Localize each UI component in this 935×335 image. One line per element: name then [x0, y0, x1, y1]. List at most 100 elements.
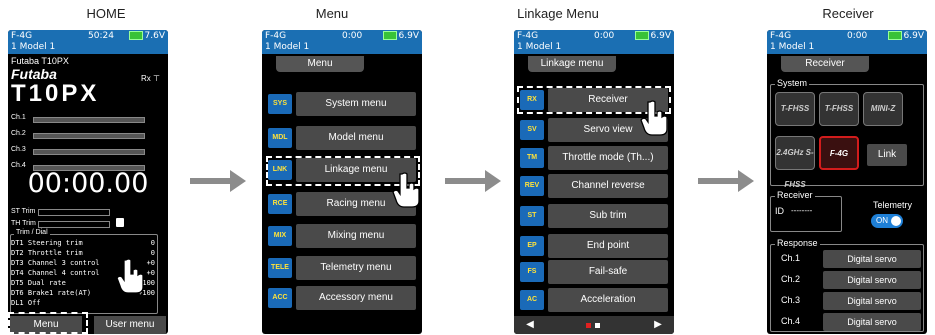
caption-receiver: Receiver: [822, 6, 874, 21]
battery-voltage: 6.9V: [903, 31, 924, 41]
menu-button[interactable]: Menu: [10, 316, 82, 334]
racing-flag-icon: RCE: [268, 194, 292, 214]
radio-model-line: Futaba T10PX: [11, 56, 69, 66]
end-point-icon: EP: [520, 236, 544, 256]
response-row: Ch.4 Digital servo: [767, 313, 927, 331]
telemetry-toggle[interactable]: ON: [871, 214, 903, 228]
model-label: 1 Model 1: [265, 42, 310, 52]
next-page-button[interactable]: ▶: [646, 316, 670, 334]
linkage-icon: LNK: [268, 160, 292, 180]
dial-row: DL1 Off: [11, 299, 41, 307]
response-row: Ch.2 Digital servo: [767, 271, 927, 289]
caption-home: HOME: [86, 6, 126, 21]
response-ch4-select[interactable]: Digital servo: [823, 313, 921, 331]
mixing-icon: MIX: [268, 226, 292, 246]
pointing-hand-icon: [640, 100, 668, 136]
model-icon: MDL: [268, 128, 292, 148]
system-f4g-selected[interactable]: F-4G: [819, 136, 859, 170]
arrow-right-icon: [698, 170, 754, 192]
receiver-id-value: --------: [791, 206, 813, 215]
menu-item-system[interactable]: SYS System menu: [268, 92, 416, 116]
channel-row: Ch.1: [11, 114, 161, 130]
dial-row: DT1 Steering trim 0: [11, 239, 155, 247]
arrow-right-icon: [190, 170, 246, 192]
linkage-item-throttle-mode[interactable]: TM Throttle mode (Th...): [520, 146, 668, 170]
user-menu-button[interactable]: User menu: [94, 316, 166, 334]
clock: 0:00: [594, 31, 615, 41]
mode-label: F-4G: [11, 31, 33, 41]
model-label: 1 Model 1: [11, 42, 56, 52]
menu-item-telemetry[interactable]: TELE Telemetry menu: [268, 256, 416, 280]
throttle-mode-icon: TM: [520, 148, 544, 168]
receiver-label: Receiver: [775, 190, 815, 200]
antenna-icon: ⊤: [153, 74, 160, 83]
system-tfhss-sr[interactable]: T-FHSS SR: [775, 92, 815, 145]
screen-title: Menu: [276, 56, 364, 72]
pointing-hand-icon: [392, 172, 420, 208]
th-trim-bar: [38, 221, 110, 228]
caption-menu: Menu: [315, 6, 349, 21]
response-row: Ch.1 Digital servo: [767, 250, 927, 268]
telemetry-state: ON: [876, 216, 888, 225]
status-bar: F-4G 0:00 6.9V 1 Model 1: [767, 30, 927, 54]
trim-dial-title: Trim / Dial: [14, 229, 50, 236]
lock-icon[interactable]: [116, 218, 124, 227]
response-ch3-select[interactable]: Digital servo: [823, 292, 921, 310]
status-bar: F-4G 0:00 6.9V 1 Model 1: [262, 30, 422, 54]
accessory-icon: ACC: [268, 288, 292, 308]
clock: 0:00: [847, 31, 868, 41]
linkage-item-channel-reverse[interactable]: REV Channel reverse: [520, 174, 668, 198]
response-ch1-select[interactable]: Digital servo: [823, 250, 921, 268]
fail-safe-icon: FS: [520, 262, 544, 282]
screen-title: Receiver: [781, 56, 869, 72]
linkage-item-end-point[interactable]: EP End point: [520, 234, 668, 258]
pointing-hand-icon: [116, 258, 144, 294]
battery-icon: [887, 31, 902, 40]
model-label: 1 Model 1: [770, 42, 815, 52]
linkage-item-sub-trim[interactable]: ST Sub trim: [520, 204, 668, 228]
mode-label: F-4G: [265, 31, 287, 41]
caption-linkage-menu: Linkage Menu: [517, 6, 599, 21]
menu-item-mixing[interactable]: MIX Mixing menu: [268, 224, 416, 248]
home-clock: 50:24: [88, 31, 114, 41]
battery-voltage: 7.6V: [144, 31, 165, 41]
st-trim-bar: [38, 209, 110, 216]
battery-icon: [128, 31, 143, 40]
response-row: Ch.3 Digital servo: [767, 292, 927, 310]
prev-page-button[interactable]: ◀: [518, 316, 542, 334]
response-label: Response: [775, 238, 820, 248]
mode-label: F-4G: [770, 31, 792, 41]
sub-trim-icon: ST: [520, 206, 544, 226]
receiver-icon: RX: [520, 90, 544, 110]
system-sfhss[interactable]: 2.4GHz S-FHSS: [775, 136, 815, 189]
channel-row: Ch.3: [11, 146, 161, 162]
linkage-menu-screen: F-4G 0:00 6.9V 1 Model 1 Linkage menu RX…: [514, 30, 674, 334]
status-bar: F-4G 50:24 7.6V 1 Model 1: [8, 30, 168, 54]
reverse-icon: REV: [520, 176, 544, 196]
system-tfhss[interactable]: T-FHSS: [819, 92, 859, 126]
menu-item-accessory[interactable]: ACC Accessory menu: [268, 286, 416, 310]
screen-title: Linkage menu: [528, 56, 616, 72]
rx-indicator: Rx ⊤: [141, 74, 160, 83]
link-button[interactable]: Link: [867, 144, 907, 166]
model-label: 1 Model 1: [517, 42, 562, 52]
timer-display[interactable]: 00:00.00: [8, 168, 168, 199]
system-label: System: [775, 78, 810, 88]
acceleration-icon: AC: [520, 290, 544, 310]
clock: 0:00: [342, 31, 363, 41]
system-icon: SYS: [268, 94, 292, 114]
battery-icon: [634, 31, 649, 40]
linkage-item-fail-safe[interactable]: FS Fail-safe: [520, 260, 668, 284]
telemetry-icon: TELE: [268, 258, 292, 278]
response-ch2-select[interactable]: Digital servo: [823, 271, 921, 289]
mode-label: F-4G: [517, 31, 539, 41]
servo-view-icon: SV: [520, 120, 544, 140]
menu-item-model[interactable]: MDL Model menu: [268, 126, 416, 150]
channel-row: Ch.2: [11, 130, 161, 146]
system-mini-z[interactable]: MINI-Z: [863, 92, 903, 126]
page-indicator-active: [586, 323, 591, 328]
linkage-item-acceleration[interactable]: AC Acceleration: [520, 288, 668, 312]
t10px-logo: T10PX: [11, 80, 100, 107]
status-bar: F-4G 0:00 6.9V 1 Model 1: [514, 30, 674, 54]
page-indicator: [595, 323, 600, 328]
